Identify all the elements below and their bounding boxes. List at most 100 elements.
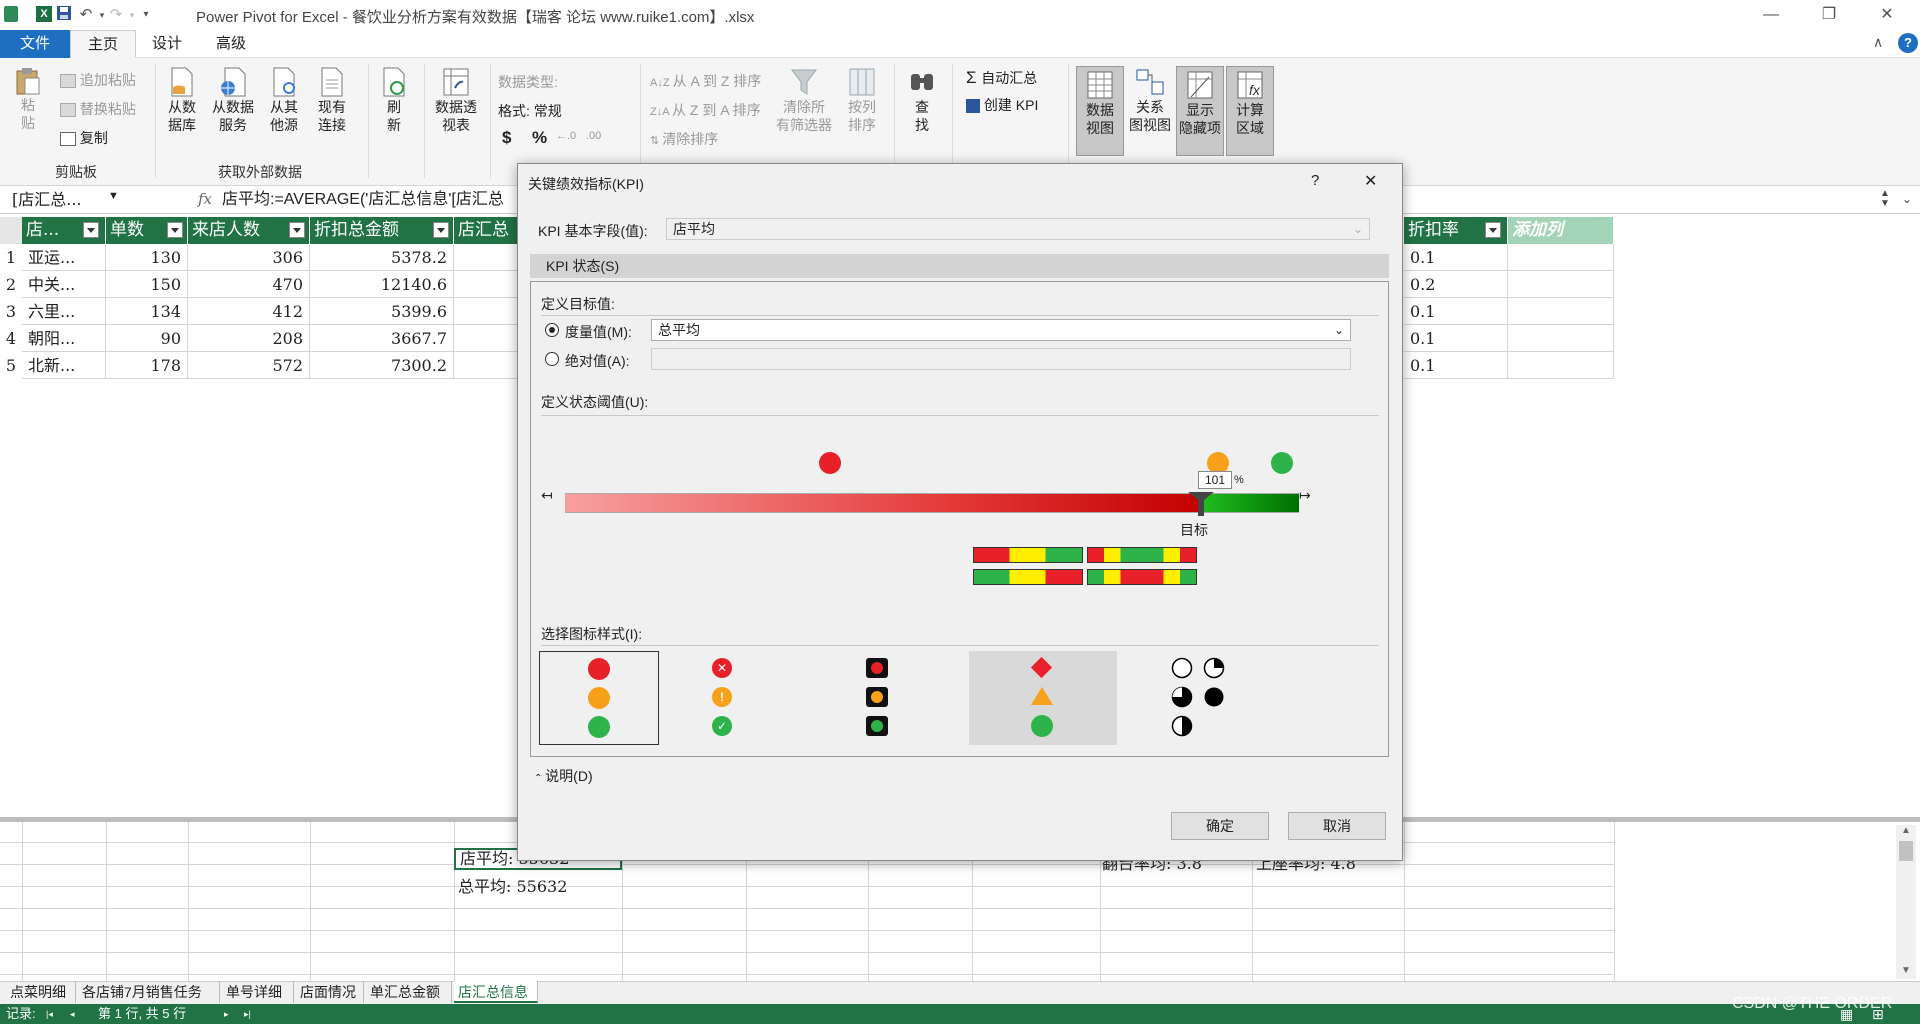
table-cell-discount[interactable]: 7300.2: [310, 352, 454, 379]
name-box-dropdown-icon[interactable]: ▼: [108, 190, 119, 202]
table-cell-store[interactable]: 中关...: [22, 271, 106, 298]
threshold-value-box[interactable]: 101: [1198, 471, 1232, 489]
table-cell-store-total[interactable]: [454, 352, 520, 379]
absolute-radio[interactable]: [545, 352, 559, 366]
refresh-button[interactable]: 刷 新: [372, 66, 416, 134]
left-arrow-handle[interactable]: ↤: [541, 487, 553, 504]
filter-dropdown-icon[interactable]: [83, 222, 99, 238]
help-icon[interactable]: ?: [1898, 33, 1918, 53]
table-cell-visitors[interactable]: 412: [188, 298, 310, 325]
data-view-button[interactable]: 数据 视图: [1076, 66, 1124, 156]
table-cell-store[interactable]: 北新...: [22, 352, 106, 379]
clear-all-filters-button[interactable]: 清除所 有筛选器: [772, 66, 836, 134]
column-header-store-total[interactable]: 店汇总: [454, 217, 520, 244]
filter-dropdown-icon[interactable]: [289, 222, 305, 238]
autosum-button[interactable]: Σ 自动汇总: [966, 68, 1037, 88]
table-cell-rate[interactable]: 0.1: [1404, 352, 1508, 379]
table-cell-orders[interactable]: 90: [106, 325, 188, 352]
row-number[interactable]: 3: [0, 298, 22, 325]
table-cell-store[interactable]: 亚运...: [22, 244, 106, 271]
filter-dropdown-icon[interactable]: [167, 222, 183, 238]
cancel-button[interactable]: 取消: [1288, 812, 1386, 840]
name-box[interactable]: [店汇总...: [4, 189, 124, 211]
clear-sort-button[interactable]: ⇅ 清除排序: [650, 129, 718, 149]
band-preview-4[interactable]: [1087, 569, 1197, 585]
sort-a-to-z-button[interactable]: A↓Z 从 A 到 Z 排序: [650, 71, 761, 91]
right-arrow-handle[interactable]: ↦: [1299, 487, 1311, 504]
data-type-dropdown[interactable]: 数据类型:: [498, 72, 558, 92]
row-number[interactable]: 4: [0, 325, 22, 352]
replace-paste-button[interactable]: 替换粘贴: [60, 99, 136, 119]
column-header-orders[interactable]: 单数: [106, 217, 188, 244]
column-header-add-column[interactable]: 添加列: [1508, 217, 1614, 244]
sheet-tab[interactable]: 店汇总信息: [454, 981, 538, 1003]
table-cell-empty[interactable]: [1508, 352, 1614, 379]
column-header-rate[interactable]: 折扣率: [1404, 217, 1508, 244]
customize-qat-icon[interactable]: ▾: [136, 5, 156, 25]
sheet-tab[interactable]: 单号详细: [222, 981, 294, 1003]
format-dropdown[interactable]: 格式: 常规: [498, 101, 562, 121]
copy-button[interactable]: 复制: [60, 128, 108, 148]
table-cell-empty[interactable]: [1508, 271, 1614, 298]
record-nav-next-icon[interactable]: ▸: [224, 1004, 229, 1024]
filter-dropdown-icon[interactable]: [1485, 222, 1501, 238]
table-cell-empty[interactable]: [1508, 244, 1614, 271]
increase-decimal-button[interactable]: ←.0: [556, 130, 576, 142]
icon-style-traffic-lights[interactable]: [816, 651, 936, 745]
record-nav-prev-icon[interactable]: ◂: [70, 1004, 75, 1024]
table-cell-orders[interactable]: 150: [106, 271, 188, 298]
save-icon[interactable]: [54, 5, 74, 25]
table-cell-orders[interactable]: 130: [106, 244, 188, 271]
threshold-track-green[interactable]: [1199, 493, 1299, 513]
record-nav-first-icon[interactable]: |◂: [46, 1004, 53, 1024]
table-cell-rate[interactable]: 0.2: [1404, 271, 1508, 298]
table-cell-empty[interactable]: [1508, 298, 1614, 325]
measure-radio[interactable]: [545, 323, 559, 337]
icon-style-quarters[interactable]: [1151, 651, 1271, 745]
icon-style-symbols[interactable]: ✕ ! ✓: [662, 651, 782, 745]
table-cell-store[interactable]: 六里...: [22, 298, 106, 325]
absolute-value-input[interactable]: [651, 348, 1351, 370]
close-window-button[interactable]: ✕: [1864, 0, 1910, 30]
table-cell-store-total[interactable]: [454, 244, 520, 271]
table-cell-visitors[interactable]: 572: [188, 352, 310, 379]
row-number[interactable]: 2: [0, 271, 22, 298]
sort-z-to-a-button[interactable]: Z↓A 从 Z 到 A 排序: [650, 100, 761, 120]
table-cell-discount[interactable]: 5399.6: [310, 298, 454, 325]
create-kpi-button[interactable]: 创建 KPI: [966, 95, 1038, 115]
table-cell-store[interactable]: 朝阳...: [22, 325, 106, 352]
threshold-track[interactable]: [565, 493, 1199, 513]
currency-format-button[interactable]: $: [502, 128, 511, 148]
find-button[interactable]: 查 找: [900, 66, 944, 134]
kpi-base-field-select[interactable]: 店平均 ⌄: [666, 218, 1370, 240]
table-cell-visitors[interactable]: 306: [188, 244, 310, 271]
table-cell-visitors[interactable]: 470: [188, 271, 310, 298]
sheet-tab[interactable]: 各店铺7月销售任务: [78, 981, 220, 1003]
table-cell-orders[interactable]: 134: [106, 298, 188, 325]
pivottable-button[interactable]: 数据透 视表: [430, 66, 482, 134]
band-preview-1[interactable]: [973, 547, 1083, 563]
tab-file[interactable]: 文件: [0, 30, 70, 58]
fx-icon[interactable]: fx: [198, 190, 212, 208]
vertical-scrollbar[interactable]: ▲ ▼: [1896, 825, 1916, 979]
scrollbar-thumb[interactable]: [1899, 841, 1913, 861]
band-preview-2[interactable]: [1087, 547, 1197, 563]
dialog-close-button[interactable]: ✕: [1364, 171, 1377, 191]
table-cell-empty[interactable]: [1508, 325, 1614, 352]
collapse-ribbon-icon[interactable]: ∧: [1873, 34, 1883, 51]
table-cell-rate[interactable]: 0.1: [1404, 325, 1508, 352]
description-expander[interactable]: ⌃ 说明(D): [534, 766, 593, 786]
measure-select[interactable]: 总平均 ⌄: [651, 319, 1351, 341]
target-slider-handle[interactable]: [1188, 492, 1214, 516]
record-nav-last-icon[interactable]: ▸|: [244, 1004, 251, 1024]
dialog-help-button[interactable]: ?: [1311, 172, 1319, 189]
table-cell-rate[interactable]: 0.1: [1404, 298, 1508, 325]
sheet-tab[interactable]: 店面情况: [296, 981, 364, 1003]
column-header-visitors[interactable]: 来店人数: [188, 217, 310, 244]
ok-button[interactable]: 确定: [1171, 812, 1269, 840]
measure-total-average[interactable]: 总平均: 55632: [458, 873, 567, 897]
table-cell-discount[interactable]: 3667.7: [310, 325, 454, 352]
formula-scroll-icon[interactable]: ▲ ▼: [1880, 189, 1890, 209]
diagram-view-button[interactable]: 关系 图视图: [1126, 66, 1174, 134]
row-number[interactable]: 5: [0, 352, 22, 379]
